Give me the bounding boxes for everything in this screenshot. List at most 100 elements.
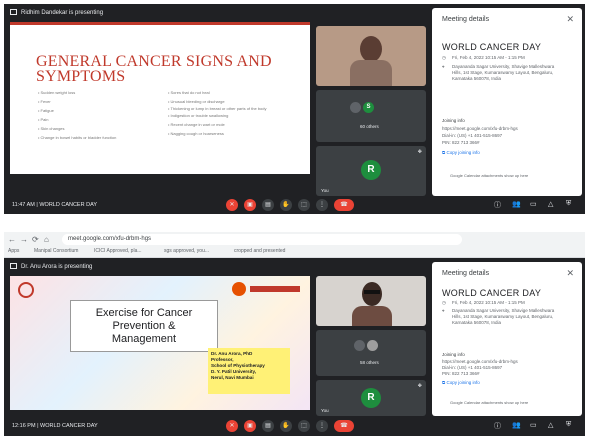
meeting-details-panel: Meeting details ✕ WORLD CANCER DAY ◷ Fri,… <box>432 262 582 416</box>
more-options-button[interactable]: ⋮ <box>316 199 328 211</box>
others-avatar-s: S <box>363 102 374 113</box>
bookmark-item[interactable]: cropped and presented <box>234 248 285 254</box>
camera-off-icon: ▣ <box>247 202 253 208</box>
activities-icon[interactable]: △ <box>548 200 553 208</box>
close-icon[interactable]: ✕ <box>566 14 574 25</box>
present-screen-icon <box>10 263 17 270</box>
slide-title: GENERAL CANCER SIGNS AND SYMPTOMS <box>36 53 272 85</box>
others-avatar <box>367 340 378 351</box>
slide-accent <box>10 22 310 25</box>
home-icon[interactable]: ⌂ <box>44 235 49 244</box>
logo-wordmark-bar <box>250 286 300 292</box>
copy-joining-info-button[interactable]: ⧉ Copy joining info <box>442 150 480 155</box>
leave-call-button[interactable]: ☎ <box>334 199 354 211</box>
list-item: Change in bowel habits or bladder functi… <box>38 135 148 140</box>
info-icon[interactable]: ⓘ <box>494 200 501 210</box>
chat-icon[interactable]: ▭ <box>530 200 537 208</box>
raise-hand-button[interactable]: ✋ <box>280 420 292 432</box>
list-item: Thickening or lump in breast or other pa… <box>168 106 288 111</box>
camera-off-button[interactable]: ▣ <box>244 199 256 211</box>
self-tile[interactable]: ✥ R You <box>316 146 426 196</box>
chat-icon[interactable]: ▭ <box>530 421 537 429</box>
event-name: WORLD CANCER DAY <box>442 42 542 52</box>
meet-bottom-bar: 11:47 AM | WORLD CANCER DAY ✕ ▣ ▤ ✋ ⬚ ⋮ … <box>4 195 585 214</box>
reload-icon[interactable]: ⟳ <box>32 235 39 244</box>
back-icon[interactable]: ← <box>8 235 16 244</box>
joining-info-label: Joining info <box>442 352 465 357</box>
others-tile[interactable]: S 60 others <box>316 90 426 142</box>
people-icon[interactable]: 👥 <box>512 421 521 429</box>
time-and-title: 11:47 AM | WORLD CANCER DAY <box>12 202 97 208</box>
participant-video-tile[interactable] <box>316 26 426 86</box>
list-item: Fatigue <box>38 106 148 115</box>
list-item: Indigestion or trouble swallowing <box>168 113 288 118</box>
participant-head <box>360 36 382 62</box>
pin-code: PIN: 822 713 366# <box>442 140 480 145</box>
meeting-details-panel: Meeting details ✕ WORLD CANCER DAY ◷ Fri,… <box>432 8 582 196</box>
self-avatar: R <box>361 160 381 180</box>
copy-joining-info-button[interactable]: ⧉ Copy joining info <box>442 380 480 385</box>
pin-code: PIN: 822 713 366# <box>442 371 480 376</box>
presenting-indicator: Ridhim Dandekar is presenting <box>10 8 103 19</box>
clock-icon: ◷ <box>442 55 446 60</box>
join-link[interactable]: https://meet.google.com/xfu-drbm-hgs <box>442 126 518 132</box>
panel-title: Meeting details <box>442 16 490 23</box>
captions-icon: ▤ <box>265 423 271 429</box>
participant-video-tile[interactable] <box>316 276 426 326</box>
symptom-list-right: Sores that do not heal Unusual bleeding … <box>168 88 288 138</box>
self-tile[interactable]: ✥ R You <box>316 380 426 416</box>
pin-icon[interactable]: ✥ <box>418 149 422 155</box>
bookmark-item[interactable]: Manipal Consortium <box>34 248 78 254</box>
others-tile[interactable]: 58 others <box>316 330 426 376</box>
bookmark-apps[interactable]: Apps <box>8 248 19 254</box>
present-button[interactable]: ⬚ <box>298 199 310 211</box>
participant-body <box>350 60 392 86</box>
university-logo-right <box>232 282 246 296</box>
dial-in: Dial-in: (US) +1 401-515-8697 <box>442 133 503 138</box>
present-icon: ⬚ <box>301 202 307 208</box>
captions-button[interactable]: ▤ <box>262 420 274 432</box>
slide-title-box: Exercise for Cancer Prevention & Managem… <box>70 300 218 352</box>
presenting-indicator: Dr. Anu Arora is presenting <box>10 262 92 273</box>
address-bar[interactable]: meet.google.com/xfu-drbm-hgs <box>62 234 462 245</box>
bookmark-item[interactable]: ICICI Approved, pla... <box>94 248 142 254</box>
list-item: Skin changes <box>38 124 148 133</box>
event-date: ◷ Fri, Feb 4, 2022 10:15 AM - 1:15 PM <box>442 300 525 305</box>
university-logo-left <box>18 282 34 298</box>
hang-up-icon: ☎ <box>340 202 348 208</box>
others-avatar <box>350 102 361 113</box>
event-location: ⌖ Dayananda Sagar University, Shavige Mal… <box>442 308 555 325</box>
bookmark-item[interactable]: sgs approved, you... <box>164 248 209 254</box>
raise-hand-button[interactable]: ✋ <box>280 199 292 211</box>
present-button[interactable]: ⬚ <box>298 420 310 432</box>
captions-button[interactable]: ▤ <box>262 199 274 211</box>
close-icon[interactable]: ✕ <box>566 268 574 279</box>
hand-icon: ✋ <box>282 202 290 208</box>
more-options-button[interactable]: ⋮ <box>316 420 328 432</box>
mic-off-button[interactable]: ✕ <box>226 199 238 211</box>
event-name: WORLD CANCER DAY <box>442 288 542 298</box>
shield-icon[interactable]: ⛨ <box>566 421 571 429</box>
shared-slide: Exercise for Cancer Prevention & Managem… <box>10 276 310 410</box>
calendar-note: Google Calendar attachments show up here <box>450 400 529 405</box>
mic-off-button[interactable]: ✕ <box>226 420 238 432</box>
present-icon: ⬚ <box>301 423 307 429</box>
leave-call-button[interactable]: ☎ <box>334 420 354 432</box>
people-icon[interactable]: 👥 <box>512 200 521 208</box>
glasses <box>364 290 380 294</box>
speaker-nameplate: Dr. Anu Arora, PhD Professor, School of … <box>208 348 290 394</box>
forward-icon[interactable]: → <box>20 235 28 244</box>
meet-screenshot-1: Ridhim Dandekar is presenting GENERAL CA… <box>4 4 585 214</box>
symptom-list-left: Sudden weight loss Fever Fatigue Pain Sk… <box>38 88 148 140</box>
shield-icon[interactable]: ⛨ <box>566 200 571 208</box>
location-pin-icon: ⌖ <box>442 308 445 313</box>
panel-title: Meeting details <box>442 270 490 277</box>
self-avatar: R <box>361 388 381 408</box>
pin-icon[interactable]: ✥ <box>418 383 422 389</box>
activities-icon[interactable]: △ <box>548 421 553 429</box>
more-icon: ⋮ <box>319 202 325 208</box>
info-icon[interactable]: ⓘ <box>494 421 501 431</box>
list-item: Recent change in wart or mole <box>168 120 288 129</box>
camera-off-button[interactable]: ▣ <box>244 420 256 432</box>
participant-head <box>362 282 382 306</box>
